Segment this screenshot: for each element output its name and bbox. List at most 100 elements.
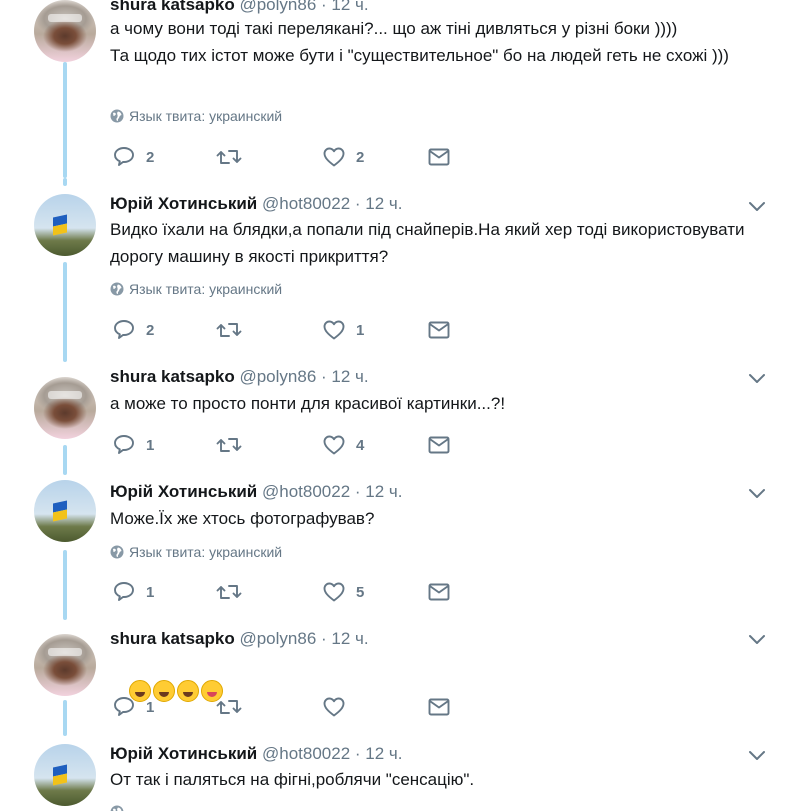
reply-icon (112, 433, 136, 457)
retweet-icon (216, 318, 242, 342)
avatar[interactable] (34, 744, 96, 806)
reply-count: 2 (146, 321, 155, 339)
chevron-down-icon[interactable] (748, 634, 766, 646)
avatar[interactable] (34, 634, 96, 696)
reply-count: 1 (146, 583, 155, 601)
author-name[interactable]: shura katsapko (110, 0, 235, 14)
tweet[interactable]: Юрій Хотинський @hot80022 · 12 ч. Видко … (0, 178, 811, 366)
heart-icon (322, 145, 346, 169)
retweet-button[interactable] (216, 694, 252, 720)
author-name[interactable]: shura katsapko (110, 629, 235, 648)
separator: · (354, 194, 361, 213)
tweet[interactable]: shura katsapko @polyn86 · 12 ч. 1 (0, 626, 811, 736)
retweet-button[interactable] (216, 144, 252, 170)
author-handle[interactable]: @polyn86 (239, 367, 316, 386)
envelope-icon (427, 580, 451, 604)
reply-icon (112, 695, 136, 719)
thread-line (63, 262, 67, 362)
author-handle[interactable]: @hot80022 (262, 482, 350, 501)
tweet-text: Видко їхали на блядки,а попали під снайп… (110, 220, 750, 266)
tweet[interactable]: Юрій Хотинський @hot80022 · 12 ч. Може.Ї… (0, 480, 811, 620)
globe-icon (110, 805, 124, 811)
separator: · (321, 0, 327, 14)
tweet-language: Язык твита: украинский (110, 107, 282, 125)
reply-button[interactable]: 2 (112, 144, 154, 170)
heart-icon (322, 433, 346, 457)
reply-icon (112, 580, 136, 604)
chevron-down-icon[interactable] (748, 488, 766, 500)
like-button[interactable]: 5 (322, 579, 364, 605)
author-name[interactable]: Юрій Хотинський (110, 744, 257, 763)
reply-button[interactable]: 1 (112, 432, 154, 458)
timestamp[interactable]: 12 ч. (365, 194, 402, 213)
tweet[interactable]: shura katsapko @polyn86 · 12 ч. а може т… (0, 366, 811, 476)
tweet-actions: 1 5 (0, 579, 811, 605)
globe-icon (110, 545, 124, 559)
like-count: 1 (356, 321, 365, 339)
tweet-actions: 1 4 (0, 432, 811, 458)
retweet-button[interactable] (216, 432, 252, 458)
like-button[interactable] (322, 694, 356, 720)
like-count: 5 (356, 583, 365, 601)
chevron-down-icon[interactable] (748, 201, 766, 213)
direct-message-button[interactable] (427, 144, 451, 170)
chevron-down-icon[interactable] (748, 750, 766, 762)
reply-count: 1 (146, 436, 155, 454)
avatar[interactable] (34, 194, 96, 256)
avatar[interactable] (34, 480, 96, 542)
reply-button[interactable]: 2 (112, 317, 154, 343)
tweet-text: а може то просто понти для красивої карт… (110, 394, 506, 413)
reply-count: 2 (146, 148, 155, 166)
separator: · (354, 744, 361, 763)
tweet[interactable]: Юрій Хотинський @hot80022 · 12 ч. От так… (0, 740, 811, 811)
author-name[interactable]: shura katsapko (110, 367, 235, 386)
retweet-icon (216, 695, 242, 719)
direct-message-button[interactable] (427, 317, 451, 343)
avatar[interactable] (34, 377, 96, 439)
retweet-button[interactable] (216, 579, 252, 605)
tweet[interactable]: shura katsapko @polyn86 · 12 ч. а чому в… (0, 0, 811, 180)
tweet-text: От так і паляться на фігні,роблячи "сенс… (110, 770, 475, 789)
timestamp[interactable]: 12 ч. (331, 0, 368, 14)
reply-button[interactable]: 1 (112, 694, 154, 720)
chevron-down-icon[interactable] (748, 373, 766, 385)
globe-icon (110, 109, 124, 123)
like-count: 4 (356, 436, 365, 454)
tweet-header: Юрій Хотинський @hot80022 · 12 ч. (110, 743, 403, 765)
language-label: Язык твита: украинский (129, 281, 283, 297)
like-button[interactable]: 2 (322, 144, 364, 170)
like-count: 2 (356, 148, 365, 166)
tweet-text: а чому вони тоді такі перелякані?... що … (110, 19, 729, 65)
direct-message-button[interactable] (427, 579, 451, 605)
tweet-header: shura katsapko @polyn86 · 12 ч. (110, 366, 369, 388)
language-label: Язык твита: украинский (129, 108, 283, 124)
reply-icon (112, 145, 136, 169)
reply-icon (112, 318, 136, 342)
author-handle[interactable]: @hot80022 (262, 194, 350, 213)
retweet-button[interactable] (216, 317, 252, 343)
reply-button[interactable]: 1 (112, 579, 154, 605)
timestamp[interactable]: 12 ч. (331, 629, 368, 648)
author-handle[interactable]: @hot80022 (262, 744, 350, 763)
author-handle[interactable]: @polyn86 (239, 629, 316, 648)
timestamp[interactable]: 12 ч. (365, 744, 402, 763)
tweet-header: Юрій Хотинський @hot80022 · 12 ч. (110, 481, 403, 503)
heart-icon (322, 695, 346, 719)
separator: · (321, 367, 327, 386)
like-button[interactable]: 1 (322, 317, 364, 343)
separator: · (321, 629, 327, 648)
reply-count: 1 (146, 698, 155, 716)
heart-icon (322, 318, 346, 342)
like-button[interactable]: 4 (322, 432, 364, 458)
avatar[interactable] (34, 0, 96, 62)
language-label: Язык твита: украинский (129, 544, 283, 560)
direct-message-button[interactable] (427, 694, 451, 720)
timestamp[interactable]: 12 ч. (365, 482, 402, 501)
timestamp[interactable]: 12 ч. (331, 367, 368, 386)
author-name[interactable]: Юрій Хотинський (110, 194, 257, 213)
direct-message-button[interactable] (427, 432, 451, 458)
author-handle[interactable]: @polyn86 (239, 0, 316, 14)
envelope-icon (427, 145, 451, 169)
author-name[interactable]: Юрій Хотинський (110, 482, 257, 501)
tweet-language: Язык твита: украинский (110, 543, 282, 561)
